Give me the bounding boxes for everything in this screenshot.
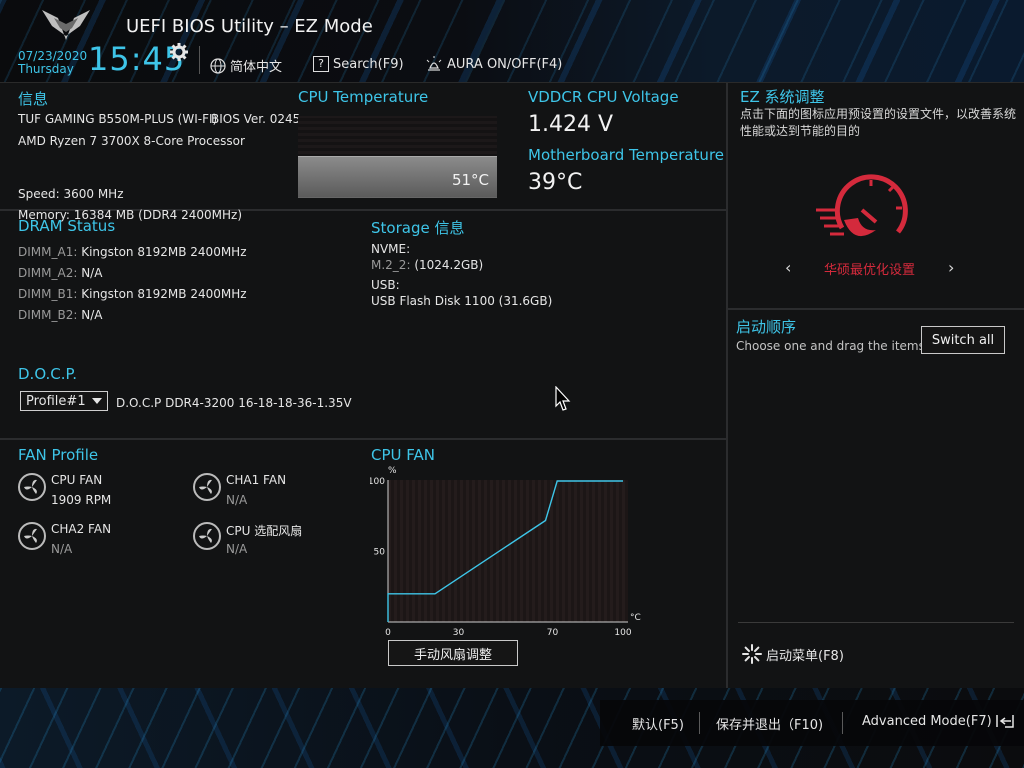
dram-title: DRAM Status xyxy=(18,217,116,235)
mb-temp-value: 39°C xyxy=(528,170,583,195)
chart-xlabel: °C xyxy=(630,613,641,623)
ez-tuning-description: 点击下面的图标应用预设置的设置文件，以改善系统性能或达到节能的目的 xyxy=(740,107,1017,138)
mouse-cursor xyxy=(555,385,571,416)
cpu-temp-gauge: 51°C xyxy=(298,116,497,198)
globe-icon xyxy=(210,57,226,74)
language-button[interactable]: 简体中文 xyxy=(210,56,282,75)
fan-name-cha2: CHA2 FAN xyxy=(51,522,112,536)
fan-value-cha2: N/A xyxy=(51,542,73,556)
aura-light-icon xyxy=(426,56,442,71)
fan-item-cha1[interactable] xyxy=(193,473,221,501)
boot-hint: Choose one and drag the items. xyxy=(736,339,929,353)
dram-slot-b2: DIMM_B2: N/A xyxy=(18,308,103,322)
search-label: Search(F9) xyxy=(333,56,404,72)
chevron-down-icon xyxy=(92,398,102,404)
dram-slot-a2: DIMM_A2: N/A xyxy=(18,266,103,280)
fan-item-cpu-opt[interactable] xyxy=(193,522,221,550)
advanced-mode-label: Advanced Mode(F7) xyxy=(862,713,992,729)
header-divider xyxy=(199,46,200,74)
fan-icon xyxy=(18,473,46,501)
tuf-logo xyxy=(40,6,92,42)
fan-value-cpu-opt: N/A xyxy=(226,542,248,556)
dram-slot-b1: DIMM_B1: Kingston 8192MB 2400MHz xyxy=(18,287,247,301)
storage-title: Storage 信息 xyxy=(371,219,465,237)
boot-title: 启动顺序 xyxy=(736,318,797,336)
exit-arrow-icon xyxy=(995,715,1014,728)
docp-selected: Profile#1 xyxy=(26,393,86,409)
storage-nvme-label: NVME: xyxy=(371,242,411,256)
day-text: Thursday xyxy=(18,62,74,76)
fan-icon xyxy=(193,522,221,550)
date-text: 07/23/2020 xyxy=(18,49,88,63)
gear-icon[interactable] xyxy=(170,43,188,61)
window-title: UEFI BIOS Utility – EZ Mode xyxy=(126,16,373,37)
aura-button[interactable]: AURA ON/OFF(F4) xyxy=(425,56,562,72)
cpu-temp-value: 51°C xyxy=(451,171,489,189)
docp-description: D.O.C.P DDR4-3200 16-18-18-36-1.35V xyxy=(116,396,352,410)
chart-xtick-label: 0 xyxy=(385,628,391,637)
chart-xtick-label: 70 xyxy=(547,628,559,637)
storage-usb-value: USB Flash Disk 1100 (31.6GB) xyxy=(371,294,553,308)
fan-value-cpu: 1909 RPM xyxy=(51,493,112,507)
ez-next-chevron-icon[interactable]: › xyxy=(948,258,954,277)
speedometer-icon[interactable] xyxy=(814,170,914,246)
dram-list: DIMM_A1: Kingston 8192MB 2400MHz DIMM_A2… xyxy=(18,242,247,326)
switch-all-button[interactable]: Switch all xyxy=(921,326,1005,354)
chart-ylabel: % xyxy=(388,466,397,476)
boot-spinner-icon xyxy=(742,644,762,664)
boot-device-list[interactable] xyxy=(738,360,1014,620)
advanced-mode-button[interactable]: Advanced Mode(F7) xyxy=(862,713,1015,729)
fan-profile-title: FAN Profile xyxy=(18,446,99,464)
cpu-speed: Speed: 3600 MHz xyxy=(18,187,124,201)
ez-tuning-title: EZ 系统调整 xyxy=(740,88,825,106)
boot-menu-button[interactable]: 启动菜单(F8) xyxy=(742,644,844,664)
row-divider-2 xyxy=(0,438,726,440)
boot-menu-label: 启动菜单(F8) xyxy=(766,648,844,664)
ez-prev-chevron-icon[interactable]: ‹ xyxy=(785,258,791,277)
search-button[interactable]: ? Search(F9) xyxy=(313,56,404,72)
cpu-fan-curve-chart[interactable]: % °C 0 30 70 100 50 100 xyxy=(370,462,650,637)
fan-name-cpu-opt: CPU 选配风扇 xyxy=(226,524,303,538)
fan-icon xyxy=(18,522,46,550)
chart-xtick-label: 100 xyxy=(614,628,631,637)
ez-mode-label: 华硕最优化设置 xyxy=(824,263,916,278)
fan-value-cha1: N/A xyxy=(226,493,248,507)
storage-usb-label: USB: xyxy=(371,278,400,292)
language-label: 简体中文 xyxy=(230,60,283,75)
bios-version: BIOS Ver. 0245 xyxy=(211,112,301,126)
info-title: 信息 xyxy=(18,90,49,108)
help-search-icon: ? xyxy=(313,56,329,72)
voltage-value: 1.424 V xyxy=(528,112,614,137)
footer-divider-1 xyxy=(699,712,700,734)
save-exit-button[interactable]: 保存并退出（F10) xyxy=(716,714,823,733)
right-divider xyxy=(728,308,1024,310)
chart-plot-area xyxy=(388,480,628,622)
chart-ytick-label: 100 xyxy=(370,477,385,487)
docp-title: D.O.C.P. xyxy=(18,365,78,383)
footer-divider-2 xyxy=(842,712,843,734)
fan-icon xyxy=(193,473,221,501)
fan-item-cha2[interactable] xyxy=(18,522,46,550)
boot-divider xyxy=(738,622,1014,623)
mb-temp-title: Motherboard Temperature xyxy=(528,146,725,164)
default-button[interactable]: 默认(F5) xyxy=(632,714,684,733)
aura-label: AURA ON/OFF(F4) xyxy=(447,56,563,72)
docp-profile-select[interactable]: Profile#1 xyxy=(20,391,108,411)
cpu-name: AMD Ryzen 7 3700X 8-Core Processor xyxy=(18,134,245,148)
chart-xtick-label: 30 xyxy=(453,628,465,637)
dram-slot-a1: DIMM_A1: Kingston 8192MB 2400MHz xyxy=(18,245,247,259)
vertical-divider xyxy=(726,83,728,688)
manual-fan-tuning-button[interactable]: 手动风扇调整 xyxy=(388,640,518,666)
fan-name-cpu: CPU FAN xyxy=(51,473,103,487)
chart-ytick-label: 50 xyxy=(374,548,386,558)
fan-item-cpu[interactable] xyxy=(18,473,46,501)
storage-nvme-row: M.2_2: (1024.2GB) xyxy=(371,258,484,272)
fan-name-cha1: CHA1 FAN xyxy=(226,473,287,487)
cpu-temp-title: CPU Temperature xyxy=(298,88,429,106)
voltage-title: VDDCR CPU Voltage xyxy=(528,88,679,106)
board-name: TUF GAMING B550M-PLUS (WI-FI) xyxy=(18,112,218,126)
